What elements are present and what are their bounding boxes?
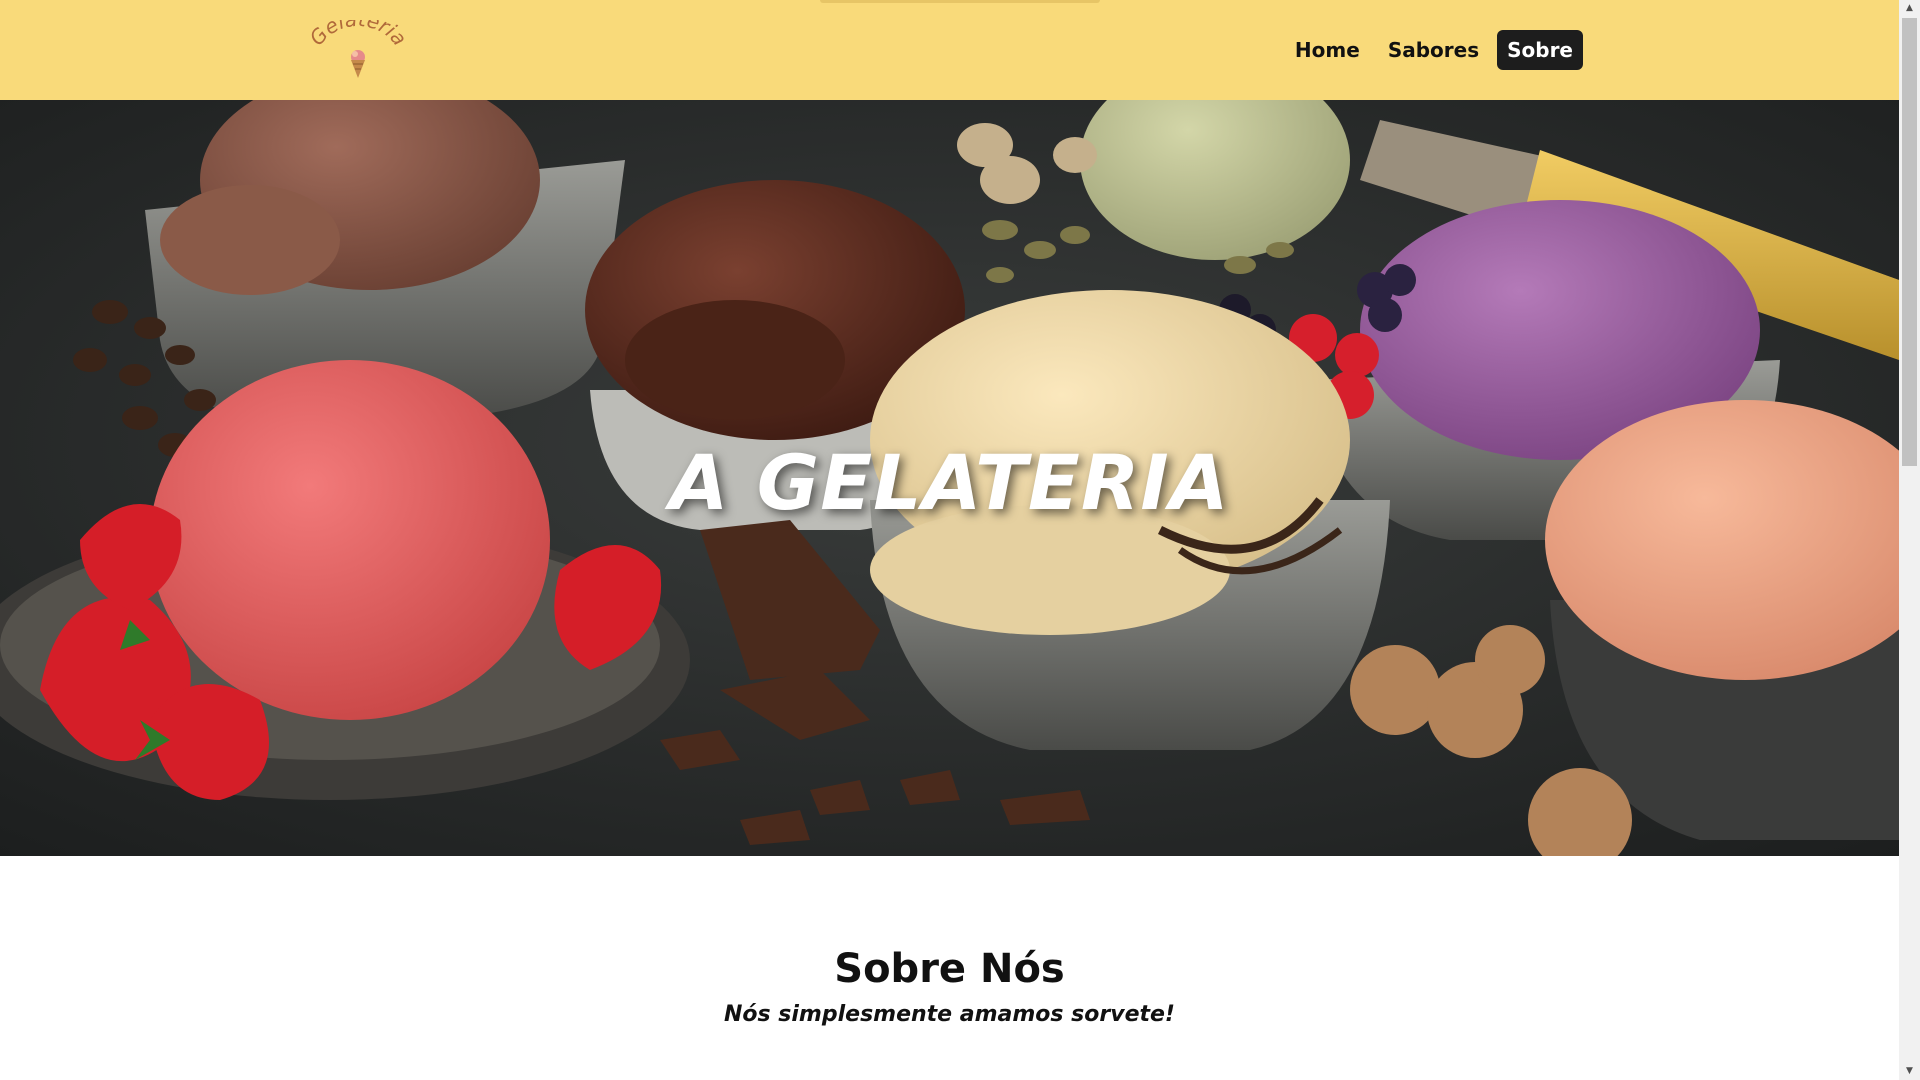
nav-sobre[interactable]: Sobre	[1497, 30, 1583, 70]
header-decoration	[820, 0, 1100, 3]
site-header: Gelateria Home Sabores Sobre	[0, 0, 1899, 100]
scroll-down-arrow-icon[interactable]: ▼	[1899, 1063, 1920, 1080]
about-subtitle: Nós simplesmente amamos sorvete!	[724, 1002, 1175, 1027]
main-nav: Home Sabores Sobre	[1285, 30, 1583, 70]
page-scrollbar[interactable]: ▲ ▼	[1899, 0, 1920, 1080]
hero-title: A GELATERIA	[669, 438, 1230, 527]
nav-home[interactable]: Home	[1285, 30, 1370, 70]
ice-cream-cone-icon	[351, 50, 365, 78]
gelateria-logo[interactable]: Gelateria	[308, 20, 408, 82]
nav-sabores[interactable]: Sabores	[1378, 30, 1489, 70]
hero-banner: A GELATERIA	[0, 100, 1899, 856]
logo-text: Gelateria	[308, 20, 408, 50]
scroll-up-arrow-icon[interactable]: ▲	[1899, 0, 1920, 17]
scroll-thumb[interactable]	[1902, 18, 1917, 466]
about-title: Sobre Nós	[834, 946, 1065, 992]
